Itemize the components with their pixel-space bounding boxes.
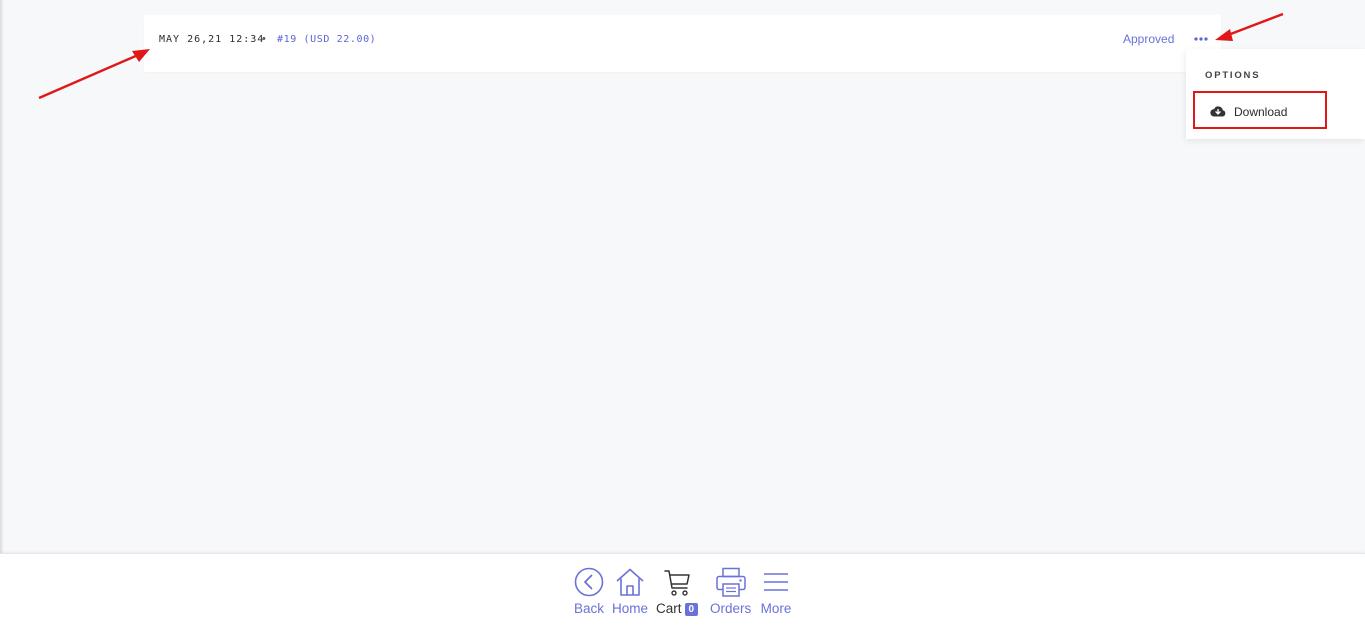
nav-home[interactable]: Home xyxy=(612,566,648,616)
annotation-arrow-right xyxy=(1215,12,1284,41)
order-reference-link[interactable]: #19 (USD 22.00) xyxy=(277,34,376,45)
nav-more[interactable]: More xyxy=(760,566,792,616)
menu-lines-icon xyxy=(760,566,792,598)
cart-icon xyxy=(661,566,693,598)
download-menu-item[interactable]: Download xyxy=(1193,91,1327,129)
nav-cart-label: Cart xyxy=(656,601,682,616)
back-circle-icon xyxy=(573,566,605,598)
cart-count-badge: 0 xyxy=(684,603,699,616)
cloud-download-icon xyxy=(1210,104,1226,122)
order-row: MAY 26,21 12:34 • #19 (USD 22.00) Approv… xyxy=(144,15,1221,72)
printer-icon xyxy=(714,566,748,598)
ellipsis-icon[interactable] xyxy=(1191,31,1211,47)
nav-more-label: More xyxy=(760,601,792,616)
nav-back[interactable]: Back xyxy=(573,566,605,616)
options-heading: OPTIONS xyxy=(1205,70,1261,81)
order-status: Approved xyxy=(1123,32,1175,46)
annotation-arrows xyxy=(38,12,1284,100)
download-label: Download xyxy=(1234,105,1288,119)
annotation-arrow-left xyxy=(38,49,150,100)
options-dropdown: OPTIONS Download xyxy=(1186,49,1365,139)
nav-orders-label: Orders xyxy=(710,601,752,616)
bottom-navigation: Back Home Cart 0 Orders More xyxy=(0,553,1365,630)
order-separator: • xyxy=(262,33,266,45)
nav-home-label: Home xyxy=(612,601,649,616)
nav-back-label: Back xyxy=(573,601,604,616)
nav-cart[interactable]: Cart 0 xyxy=(656,566,699,616)
left-edge-shadow xyxy=(0,0,4,553)
nav-orders[interactable]: Orders xyxy=(710,566,751,616)
order-date: MAY 26,21 12:34 xyxy=(159,34,265,45)
home-icon xyxy=(613,566,647,598)
